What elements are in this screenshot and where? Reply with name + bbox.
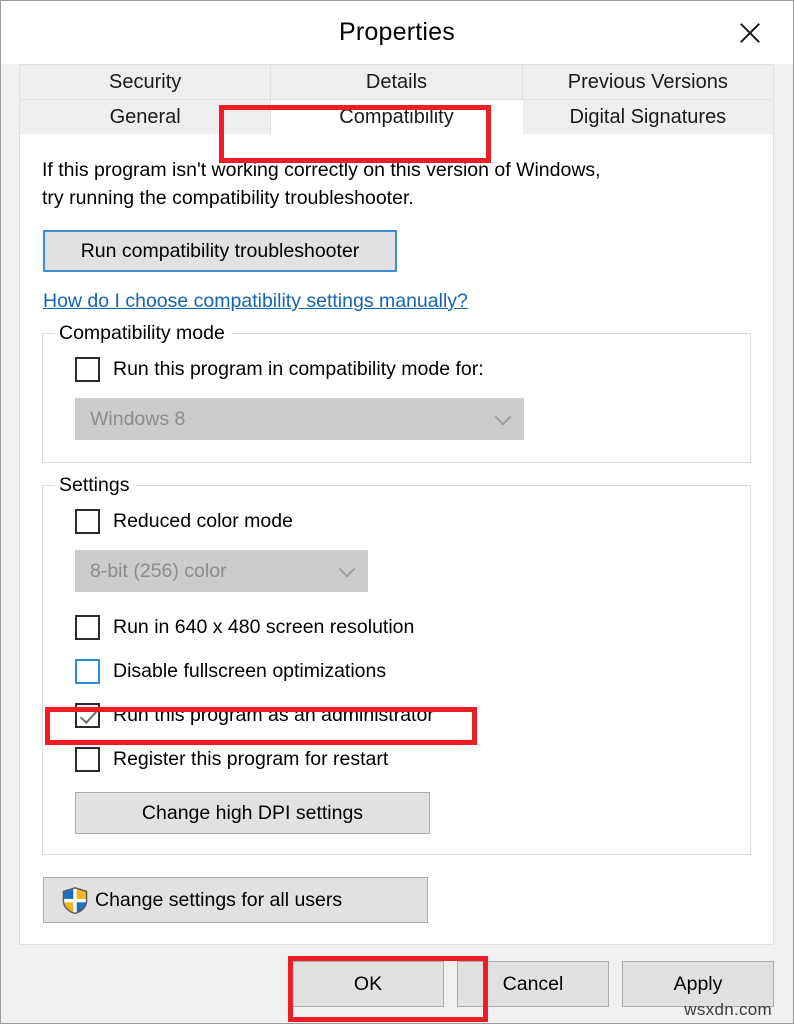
compatibility-mode-checkbox-row[interactable]: Run this program in compatibility mode f…: [75, 352, 734, 386]
reduced-color-mode-checkbox[interactable]: [75, 508, 100, 534]
ok-button[interactable]: OK: [292, 961, 444, 1007]
color-depth-dropdown-value: 8-bit (256) color: [90, 559, 227, 582]
run-as-administrator-label: Run this program as an administrator: [113, 703, 434, 726]
disable-fullscreen-optimizations-label: Disable fullscreen optimizations: [113, 659, 387, 682]
close-icon: [737, 20, 763, 46]
chevron-down-icon: [495, 411, 511, 427]
reduced-color-mode-row[interactable]: Reduced color mode: [75, 504, 734, 538]
color-depth-dropdown[interactable]: 8-bit (256) color: [75, 550, 368, 592]
run-as-administrator-checkbox[interactable]: [75, 702, 100, 728]
register-for-restart-checkbox[interactable]: [75, 746, 100, 772]
run-troubleshooter-button[interactable]: Run compatibility troubleshooter: [43, 230, 397, 272]
window-title: Properties: [339, 18, 455, 46]
low-resolution-label: Run in 640 x 480 screen resolution: [113, 615, 415, 638]
tab-digital-signatures[interactable]: Digital Signatures: [522, 100, 773, 134]
compatibility-mode-title: Compatibility mode: [55, 322, 231, 344]
tab-previous-versions[interactable]: Previous Versions: [522, 65, 773, 99]
run-as-administrator-row[interactable]: Run this program as an administrator: [75, 698, 734, 732]
reduced-color-mode-label: Reduced color mode: [113, 509, 293, 532]
change-settings-all-users-button[interactable]: Change settings for all users: [43, 877, 428, 923]
tab-compatibility[interactable]: Compatibility: [271, 100, 523, 134]
disable-fullscreen-optimizations-row[interactable]: Disable fullscreen optimizations: [75, 654, 734, 688]
intro-line-2: try running the compatibility troublesho…: [42, 187, 414, 209]
properties-dialog: Properties Security Details Previous Ver…: [0, 0, 794, 1024]
settings-title: Settings: [55, 474, 136, 496]
cancel-button[interactable]: Cancel: [457, 961, 609, 1007]
tab-security[interactable]: Security: [20, 65, 272, 99]
tab-strip: Security Details Previous Versions Gener…: [19, 64, 774, 134]
disable-fullscreen-optimizations-checkbox[interactable]: [75, 658, 100, 684]
compatibility-mode-checkbox[interactable]: [75, 356, 100, 382]
tab-details[interactable]: Details: [271, 65, 523, 99]
compatibility-mode-dropdown[interactable]: Windows 8: [75, 398, 524, 440]
tab-row-lower: General Compatibility Digital Signatures: [20, 100, 773, 134]
uac-shield-icon: [62, 886, 88, 914]
register-for-restart-row[interactable]: Register this program for restart: [75, 742, 734, 776]
change-settings-all-users-label: Change settings for all users: [95, 888, 343, 911]
tab-general[interactable]: General: [20, 100, 272, 134]
settings-group: Settings Reduced color mode 8-bit (256) …: [42, 474, 751, 855]
compatibility-panel: If this program isn't working correctly …: [19, 134, 774, 945]
low-resolution-row[interactable]: Run in 640 x 480 screen resolution: [75, 610, 734, 644]
compatibility-mode-group: Compatibility mode Run this program in c…: [42, 322, 751, 463]
intro-text: If this program isn't working correctly …: [42, 156, 751, 212]
compatibility-help-link[interactable]: How do I choose compatibility settings m…: [43, 290, 468, 313]
chevron-down-icon: [339, 563, 355, 579]
close-button[interactable]: [707, 1, 793, 64]
title-bar: Properties: [1, 1, 793, 64]
compatibility-mode-dropdown-value: Windows 8: [90, 407, 186, 430]
dialog-footer: OK Cancel Apply wsxdn.com: [1, 945, 793, 1023]
register-for-restart-label: Register this program for restart: [113, 747, 389, 770]
low-resolution-checkbox[interactable]: [75, 614, 100, 640]
watermark: wsxdn.com: [684, 1000, 772, 1019]
compatibility-mode-label: Run this program in compatibility mode f…: [113, 357, 484, 380]
change-high-dpi-settings-button[interactable]: Change high DPI settings: [75, 792, 430, 834]
tab-row-upper: Security Details Previous Versions: [20, 65, 773, 100]
intro-line-1: If this program isn't working correctly …: [42, 159, 601, 181]
